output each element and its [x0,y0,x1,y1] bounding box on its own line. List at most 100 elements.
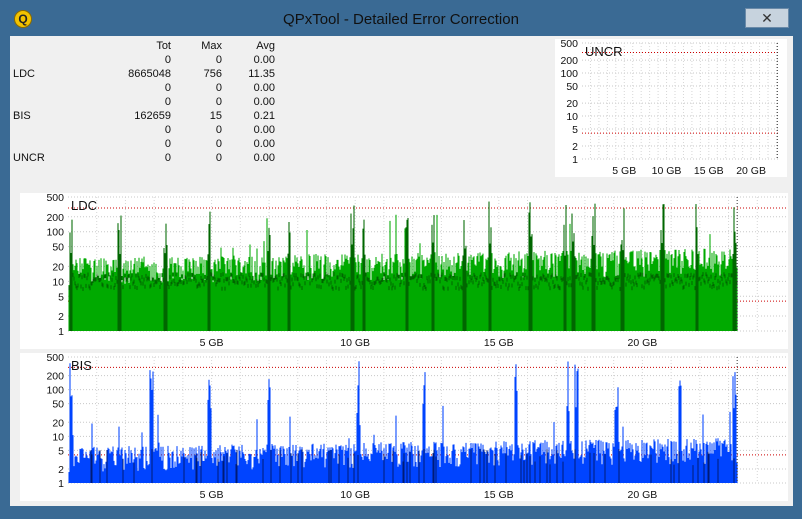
close-icon: ✕ [761,10,773,26]
uncr-x-tick-label: 10 GB [652,165,682,177]
stats-row-tot: 0 [164,152,171,164]
stats-row-avg: 0.00 [253,124,275,136]
bis-chart: 500 200 100 50 20 10 5 2 1 5 GB 10 GB 15 GB 20 GB BIS [20,353,788,501]
stats-row-avg: 0.00 [253,54,275,66]
stats-row: LDC 8665048 756 11.35 [13,67,275,81]
stats-row-max: 0 [215,124,222,136]
uncr-chart: 500 200 100 50 20 10 5 2 1 5 GB 10 GB 15 GB 20 GB UNC… [555,39,787,177]
uncr-x-tick-label: 5 GB [612,165,636,177]
stats-row-avg: 0.00 [253,82,275,94]
ldc-y-tick-label: 100 [46,227,64,239]
stats-row-tot: 0 [164,82,171,94]
stats-header-avg: Avg [256,40,275,52]
stats-header-label [13,39,74,53]
bis-title: BIS [71,358,92,373]
title-bar[interactable]: Q QPxTool - Detailed Error Correction ✕ [0,0,802,36]
stats-row-tot: 8665048 [128,68,171,80]
stats-row-max: 756 [203,68,222,80]
bis-y-tick-label: 100 [46,385,64,397]
uncr-y-tick-label: 2 [572,141,578,153]
stats-header-max: Max [201,40,222,52]
bis-svg: 5002001005020105215 GB 10 GB 15 GB 20 GBBIS [46,353,786,501]
bis-y-tick-label: 1 [58,478,64,490]
stats-row-tot: 0 [164,124,171,136]
close-button[interactable]: ✕ [745,8,789,28]
stats-row-label [13,95,74,109]
ldc-y-tick-label: 1 [58,326,64,338]
uncr-svg: 5002001005020105215 GB 10 GB 15 GB 20 GBUNC… [560,39,779,177]
uncr-x-tick-label: 20 GB [736,165,766,177]
stats-row-avg: 0.21 [253,110,275,122]
stats-row: 0 0 0.00 [13,95,275,109]
stats-row: 0 0 0.00 [13,123,275,137]
ldc-y-tick-label: 500 [46,193,64,204]
stats-row-avg: 11.35 [248,68,275,80]
stats-row-label: BIS [13,110,31,122]
stats-row-label: UNCR [13,152,45,164]
ldc-x-tick-label: 10 GB [340,337,370,349]
stats-row-tot: 0 [164,138,171,150]
stats-row-tot: 0 [164,54,171,66]
ldc-y-tick-label: 200 [46,212,64,224]
ldc-chart: 500 200 100 50 20 10 5 2 1 5 GB 10 GB 15 GB 20 GB LDC [20,193,788,349]
stats-row-max: 0 [215,54,222,66]
uncr-y-tick-label: 20 [566,98,578,110]
bis-x-tick-label: 20 GB [628,489,658,501]
bis-y-tick-label: 20 [52,417,64,429]
stats-row: UNCR 0 0 0.00 [13,151,275,165]
uncr-y-tick-label: 100 [560,68,578,80]
stats-row-avg: 0.00 [253,152,275,164]
ldc-x-tick-label: 5 GB [200,337,224,349]
stats-table: Tot Max Avg 0 0 0.00 LDC 8665048 756 11.35 0 0 0.… [13,39,275,165]
ldc-title: LDC [71,198,97,213]
stats-row-label [13,137,74,151]
uncr-x-tick-label: 15 GB [694,165,724,177]
stats-row-max: 0 [215,152,222,164]
bis-y-tick-label: 2 [58,464,64,476]
qpxtool-window: Q QPxTool - Detailed Error Correction ✕ … [0,0,802,519]
uncr-title: UNCR [585,44,623,59]
stats-row-label [13,81,74,95]
stats-header-row: Tot Max Avg [13,39,275,53]
stats-row: 0 0 0.00 [13,137,275,151]
stats-row-label [13,53,74,67]
uncr-y-tick-label: 1 [572,154,578,166]
stats-row-tot: 162659 [134,110,171,122]
ldc-series [68,201,738,331]
ldc-y-tick-label: 20 [52,261,64,273]
stats-row: 0 0 0.00 [13,81,275,95]
stats-row-max: 0 [215,96,222,108]
uncr-y-tick-label: 5 [572,124,578,136]
ldc-svg: 5002001005020105215 GB 10 GB 15 GB 20 GBLDC [46,193,786,349]
stats-row: 0 0 0.00 [13,53,275,67]
stats-row-label: LDC [13,68,36,80]
stats-row: BIS 162659 15 0.21 [13,109,275,123]
stats-row-max: 0 [215,138,222,150]
ldc-y-tick-label: 10 [52,276,64,288]
uncr-y-tick-label: 500 [560,39,578,50]
bis-x-tick-label: 15 GB [484,489,514,501]
bis-x-tick-label: 10 GB [340,489,370,501]
uncr-y-tick-label: 200 [560,55,578,67]
ldc-y-tick-label: 5 [58,291,64,303]
stats-row-label [13,123,74,137]
bis-y-tick-label: 5 [58,445,64,457]
client-area: Tot Max Avg 0 0 0.00 LDC 8665048 756 11.35 0 0 0.… [10,36,793,506]
stats-header-tot: Tot [156,40,171,52]
bis-y-tick-label: 500 [46,353,64,364]
ldc-x-tick-label: 20 GB [628,337,658,349]
bis-y-tick-label: 10 [52,431,64,443]
ldc-y-tick-label: 2 [58,311,64,323]
bis-series [68,361,738,483]
bis-x-tick-label: 5 GB [200,489,224,501]
bis-y-tick-label: 200 [46,371,64,383]
stats-row-tot: 0 [164,96,171,108]
stats-row-avg: 0.00 [253,138,275,150]
window-title: QPxTool - Detailed Error Correction [283,11,519,28]
ldc-x-tick-label: 15 GB [484,337,514,349]
bis-y-tick-label: 50 [52,399,64,411]
stats-row-avg: 0.00 [253,96,275,108]
ldc-bright-series [68,201,738,331]
stats-row-max: 15 [209,110,222,122]
uncr-y-tick-label: 50 [566,81,578,93]
